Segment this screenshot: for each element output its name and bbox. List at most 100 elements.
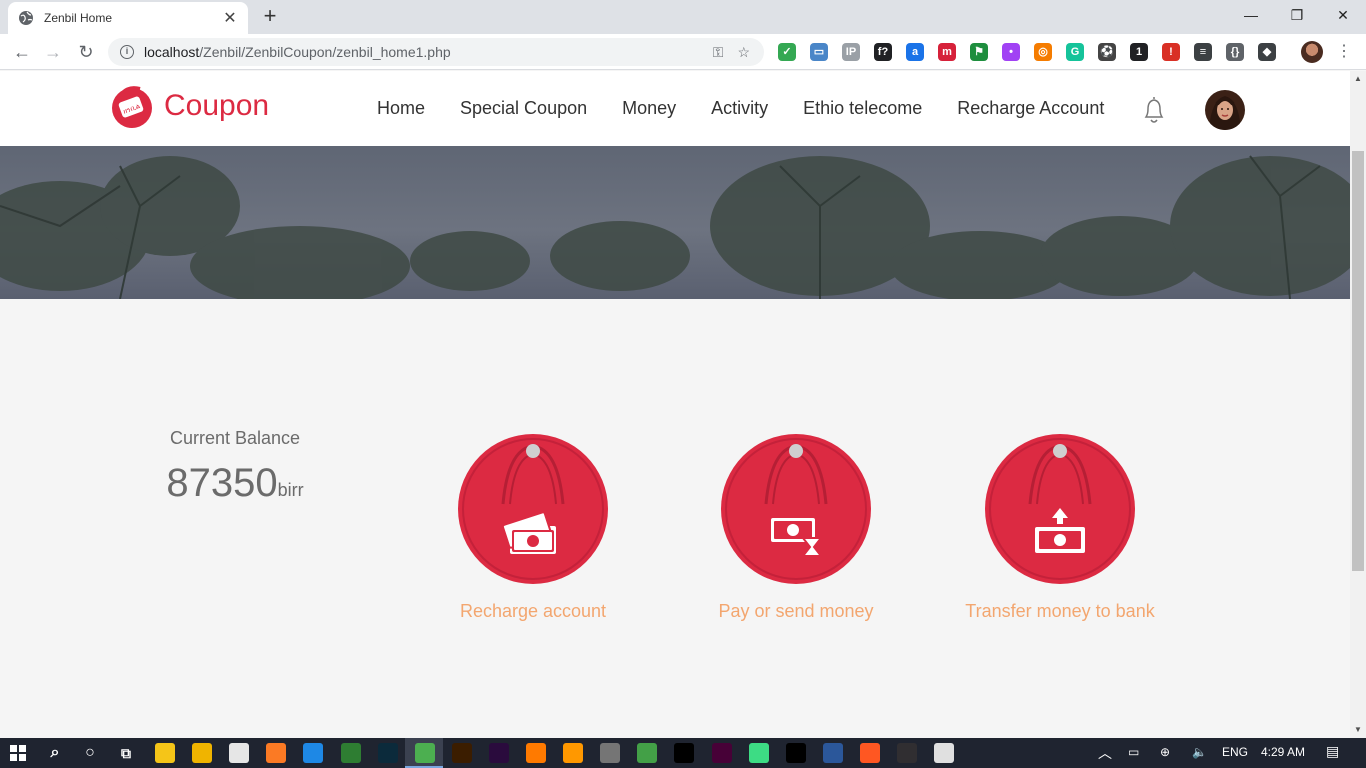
cube-ext-icon[interactable]: ◆ <box>1258 43 1276 61</box>
file-explorer-icon[interactable] <box>192 743 213 763</box>
purple-ext-icon[interactable]: • <box>1002 43 1020 61</box>
search-icon[interactable]: ⌕ <box>45 743 65 763</box>
page-viewport: ዘንቢል Coupon Home Special Coupon Money Ac… <box>0 71 1350 738</box>
word-app-icon[interactable] <box>822 743 843 763</box>
obs-app-icon[interactable] <box>897 743 917 763</box>
profile-avatar[interactable] <box>1301 41 1323 63</box>
language-indicator[interactable]: ENG <box>1222 745 1248 759</box>
new-tab-button[interactable]: + <box>258 5 282 29</box>
site-info-icon[interactable]: i <box>120 45 134 59</box>
pay-send-money-button[interactable]: Pay or send money <box>696 434 896 622</box>
trees-backdrop-image <box>0 155 1350 299</box>
orange-ext-icon[interactable]: ◎ <box>1034 43 1052 61</box>
volume-muted-icon[interactable]: 🔈 <box>1192 745 1207 759</box>
scroll-down-arrow-icon[interactable]: ▼ <box>1350 722 1366 738</box>
pay-disc-icon <box>721 434 871 584</box>
nav-home[interactable]: Home <box>377 98 425 119</box>
address-bar[interactable]: i localhost/Zenbil/ZenbilCoupon/zenbil_h… <box>108 38 764 66</box>
brand-logo[interactable]: ዘንቢል Coupon <box>110 83 269 129</box>
orange-app-icon[interactable] <box>526 743 546 763</box>
grammarly-ext-icon[interactable]: G <box>1066 43 1084 61</box>
tab-close-icon[interactable]: ✕ <box>222 8 238 28</box>
norton-app-icon[interactable] <box>155 743 175 763</box>
bookmark-star-icon[interactable]: ☆ <box>737 44 750 61</box>
forward-button[interactable]: → <box>41 40 65 64</box>
network-globe-icon[interactable]: ⊕ <box>1160 745 1170 759</box>
balance-unit: birr <box>277 480 304 500</box>
font-ext-icon[interactable]: f? <box>874 43 892 61</box>
scrollbar-thumb[interactable] <box>1352 151 1364 571</box>
android-studio-icon[interactable] <box>748 743 769 763</box>
balance-amount: 87350 <box>166 461 278 505</box>
window-close-button[interactable]: ✕ <box>1320 0 1366 30</box>
url-path: /Zenbil/ZenbilCoupon/zenbil_home1.php <box>199 44 451 60</box>
browser-tab-strip: Zenbil Home ✕ + — ❐ ✕ <box>0 0 1366 34</box>
red-ext-icon[interactable]: ! <box>1162 43 1180 61</box>
transfer-disc-icon <box>985 434 1135 584</box>
pay-send-money-label: Pay or send money <box>718 601 874 621</box>
java-app-icon[interactable] <box>934 743 955 763</box>
task-view-icon[interactable]: ⧉ <box>116 743 136 763</box>
braces-ext-icon[interactable]: {} <box>1226 43 1244 61</box>
photoshop-app-icon[interactable] <box>377 743 398 763</box>
list-ext-icon[interactable]: ≡ <box>1194 43 1212 61</box>
transfer-to-bank-button[interactable]: Transfer money to bank <box>960 434 1160 622</box>
database-app-icon[interactable] <box>600 743 621 763</box>
minimize-button[interactable]: — <box>1228 0 1274 30</box>
m-ext-icon[interactable]: m <box>938 43 956 61</box>
page-scrollbar[interactable]: ▲ ▼ <box>1350 71 1366 738</box>
nav-recharge-account[interactable]: Recharge Account <box>957 98 1104 119</box>
back-button[interactable]: ← <box>10 40 34 64</box>
xd-app-icon[interactable] <box>711 743 732 763</box>
browser-tab[interactable]: Zenbil Home ✕ <box>8 2 248 34</box>
scroll-up-arrow-icon[interactable]: ▲ <box>1350 71 1366 87</box>
soccer-ext-icon[interactable]: ⚽ <box>1098 43 1116 61</box>
nav-special-coupon[interactable]: Special Coupon <box>460 98 587 119</box>
window-ext-icon[interactable]: ▭ <box>810 43 828 61</box>
action-center-icon[interactable]: ▤ <box>1326 743 1339 760</box>
chrome-browser-icon[interactable] <box>414 743 435 763</box>
intellij-app-icon[interactable] <box>674 743 695 763</box>
green-app-icon[interactable] <box>340 743 361 763</box>
ip-ext-icon[interactable]: IP <box>842 43 860 61</box>
clock-time[interactable]: 4:29 AM <box>1261 745 1305 759</box>
maps-app-icon[interactable] <box>637 743 658 763</box>
reload-button[interactable]: ↻ <box>74 40 98 64</box>
key-icon[interactable]: ⚿ <box>713 44 724 61</box>
restore-button[interactable]: ❐ <box>1274 0 1320 30</box>
brand-name: Coupon <box>164 89 270 122</box>
user-avatar[interactable] <box>1205 90 1245 130</box>
tab-title: Zenbil Home <box>44 11 113 25</box>
premiere-app-icon[interactable] <box>488 743 509 763</box>
nav-ethio-telecome[interactable]: Ethio telecome <box>803 98 922 119</box>
cortana-icon[interactable]: ○ <box>80 743 100 763</box>
xampp-app-icon[interactable] <box>266 743 287 763</box>
avatar-portrait-icon <box>1209 96 1241 130</box>
mail-app-icon[interactable] <box>229 743 250 763</box>
notification-bell-icon[interactable] <box>1141 95 1167 125</box>
hero-banner <box>0 146 1350 299</box>
colorful-app-icon[interactable] <box>859 743 880 763</box>
url-text[interactable]: localhost/Zenbil/ZenbilCoupon/zenbil_hom… <box>144 44 713 60</box>
a-ext-icon[interactable]: a <box>906 43 924 61</box>
phpstorm-app-icon[interactable] <box>785 743 806 763</box>
recharge-disc-icon <box>458 434 608 584</box>
recharge-account-button[interactable]: Recharge account <box>433 434 633 622</box>
globe-icon <box>19 11 33 25</box>
nav-money[interactable]: Money <box>622 98 676 119</box>
search-tool-icon[interactable] <box>563 743 584 763</box>
windows-start-icon[interactable] <box>10 745 26 761</box>
illustrator-app-icon[interactable] <box>451 743 472 763</box>
nav-activity[interactable]: Activity <box>711 98 768 119</box>
url-host: localhost <box>144 44 200 60</box>
tray-chevron-icon[interactable]: ︿ <box>1098 743 1112 763</box>
balance-value: 87350birr <box>130 461 340 506</box>
battery-icon[interactable]: ▭ <box>1128 745 1139 759</box>
transfer-to-bank-label: Transfer money to bank <box>965 601 1155 621</box>
browser-menu-icon[interactable]: ⋮ <box>1336 42 1352 62</box>
edge-browser-icon[interactable] <box>303 743 324 763</box>
shield-ext-icon[interactable]: ✓ <box>778 43 796 61</box>
site-header: ዘንቢል Coupon Home Special Coupon Money Ac… <box>0 71 1350 146</box>
badge-ext-icon[interactable]: 1 <box>1130 43 1148 61</box>
flag-ext-icon[interactable]: ⚑ <box>970 43 988 61</box>
